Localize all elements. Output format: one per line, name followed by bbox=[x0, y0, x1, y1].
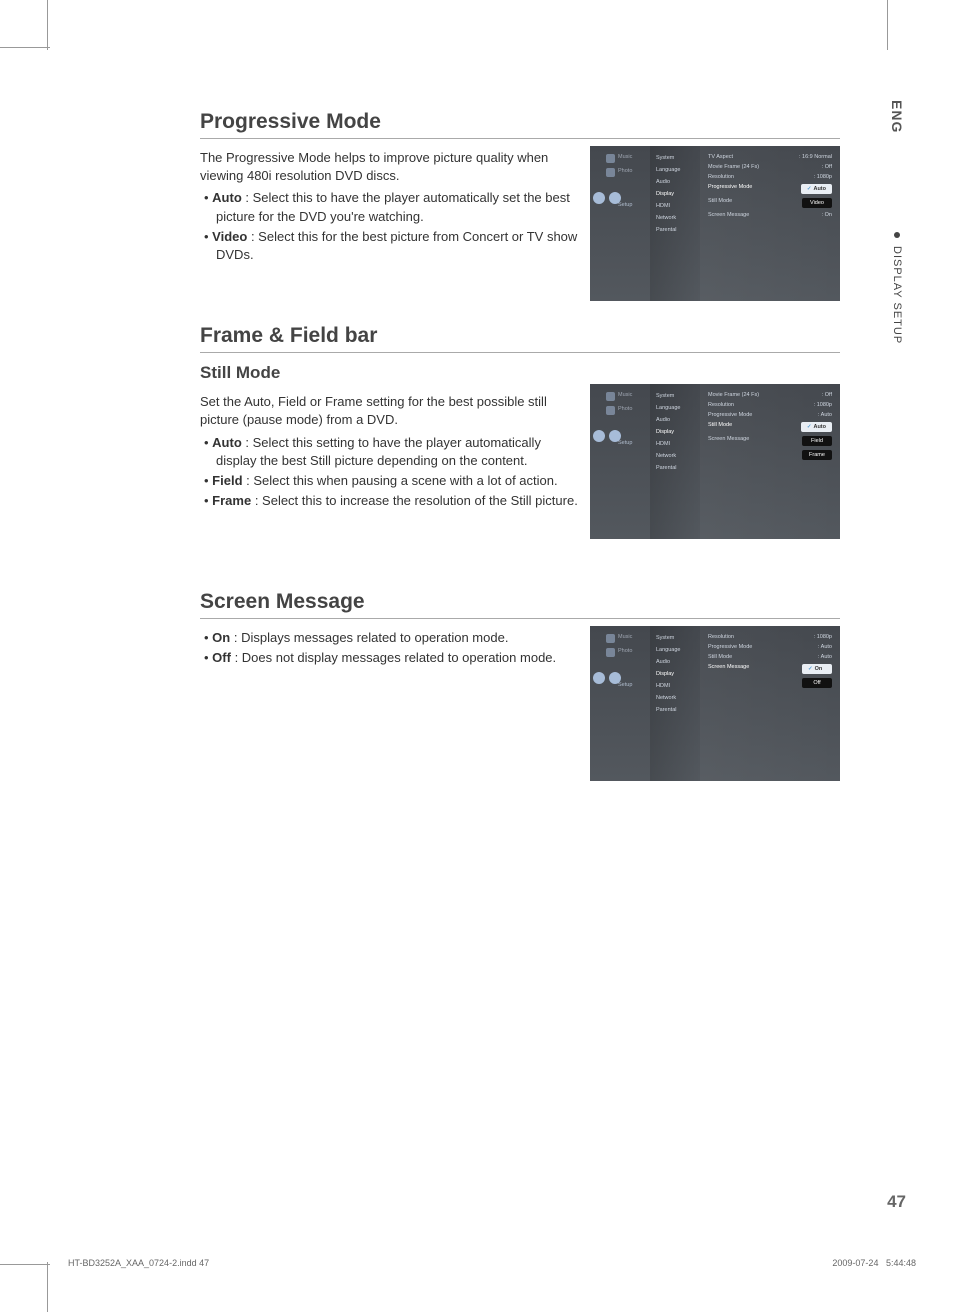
dropdown-option: Off bbox=[802, 678, 832, 688]
menu-audio: Audio bbox=[650, 176, 700, 188]
music-icon bbox=[606, 634, 615, 643]
opt-frame-label: Frame bbox=[212, 493, 251, 508]
dropdown-option: Field bbox=[802, 436, 832, 446]
gear-icon bbox=[609, 430, 621, 442]
music-icon bbox=[606, 392, 615, 401]
osd-screenshot-screenmessage: Music Photo Setup System Language Audio … bbox=[590, 626, 840, 781]
screen-message-section: Screen Message • On : Displays messages … bbox=[200, 590, 840, 667]
side-tab: ENG DISPLAY SETUP bbox=[889, 100, 919, 400]
dropdown-option: Video bbox=[802, 198, 832, 208]
section-tab-label: DISPLAY SETUP bbox=[891, 246, 903, 344]
menu-parental: Parental bbox=[650, 224, 700, 236]
screen-message-heading: Screen Message bbox=[200, 590, 840, 619]
menu-language: Language bbox=[650, 164, 700, 176]
opt-on-label: On bbox=[212, 630, 230, 645]
photo-icon bbox=[606, 648, 615, 657]
opt-field-text: : Select this when pausing a scene with … bbox=[243, 473, 558, 488]
dropdown-selected: ✓Auto bbox=[801, 184, 832, 194]
globe-icon bbox=[593, 430, 605, 442]
menu-display: Display bbox=[650, 188, 700, 200]
photo-icon bbox=[606, 168, 615, 177]
photo-icon bbox=[606, 406, 615, 415]
music-icon bbox=[606, 154, 615, 163]
still-mode-intro: Set the Auto, Field or Frame setting for… bbox=[200, 393, 580, 429]
section-tab: DISPLAY SETUP bbox=[889, 220, 905, 400]
still-mode-heading: Still Mode bbox=[200, 363, 840, 383]
gear-icon bbox=[609, 672, 621, 684]
print-date: 2009-07-24 bbox=[832, 1258, 878, 1268]
progressive-mode-heading: Progressive Mode bbox=[200, 110, 840, 139]
opt-video-label: Video bbox=[212, 229, 247, 244]
menu-hdmi: HDMI bbox=[650, 200, 700, 212]
gear-icon bbox=[609, 192, 621, 204]
osd-screenshot-stillmode: Music Photo Setup System Language Audio … bbox=[590, 384, 840, 539]
opt-auto-text: : Select this to have the player automat… bbox=[216, 190, 570, 223]
globe-icon bbox=[593, 192, 605, 204]
opt-auto2-text: : Select this setting to have the player… bbox=[216, 435, 541, 468]
opt-video-text: : Select this for the best picture from … bbox=[216, 229, 577, 262]
crop-marks-top bbox=[0, 0, 954, 50]
crop-marks-bottom bbox=[0, 1262, 954, 1312]
opt-on-text: : Displays messages related to operation… bbox=[230, 630, 508, 645]
dropdown-selected: ✓On bbox=[802, 664, 832, 674]
frame-field-section: Frame & Field bar Still Mode Set the Aut… bbox=[200, 324, 840, 510]
nav-photo: Photo bbox=[590, 164, 650, 178]
opt-frame-text: : Select this to increase the resolution… bbox=[251, 493, 578, 508]
progressive-mode-section: Progressive Mode The Progressive Mode he… bbox=[200, 110, 840, 264]
opt-off-text: : Does not display messages related to o… bbox=[231, 650, 556, 665]
frame-field-heading: Frame & Field bar bbox=[200, 324, 840, 353]
opt-field-label: Field bbox=[212, 473, 242, 488]
dropdown-selected: ✓Auto bbox=[801, 422, 832, 432]
globe-icon bbox=[593, 672, 605, 684]
menu-system: System bbox=[650, 152, 700, 164]
opt-auto2-label: Auto bbox=[212, 435, 242, 450]
progressive-mode-intro: The Progressive Mode helps to improve pi… bbox=[200, 149, 580, 185]
language-indicator: ENG bbox=[889, 100, 905, 140]
bullet-icon bbox=[894, 232, 900, 238]
menu-network: Network bbox=[650, 212, 700, 224]
file-slug: HT-BD3252A_XAA_0724-2.indd 47 bbox=[68, 1258, 209, 1268]
opt-auto-label: Auto bbox=[212, 190, 242, 205]
page-number: 47 bbox=[887, 1192, 906, 1212]
dropdown-option: Frame bbox=[802, 450, 832, 460]
print-footer: HT-BD3252A_XAA_0724-2.indd 47 2009-07-24… bbox=[68, 1258, 916, 1268]
print-time: 5:44:48 bbox=[886, 1258, 916, 1268]
nav-music: Music bbox=[590, 150, 650, 164]
osd-screenshot-progressive: Music Photo Setup System Language Audio … bbox=[590, 146, 840, 301]
opt-off-label: Off bbox=[212, 650, 231, 665]
